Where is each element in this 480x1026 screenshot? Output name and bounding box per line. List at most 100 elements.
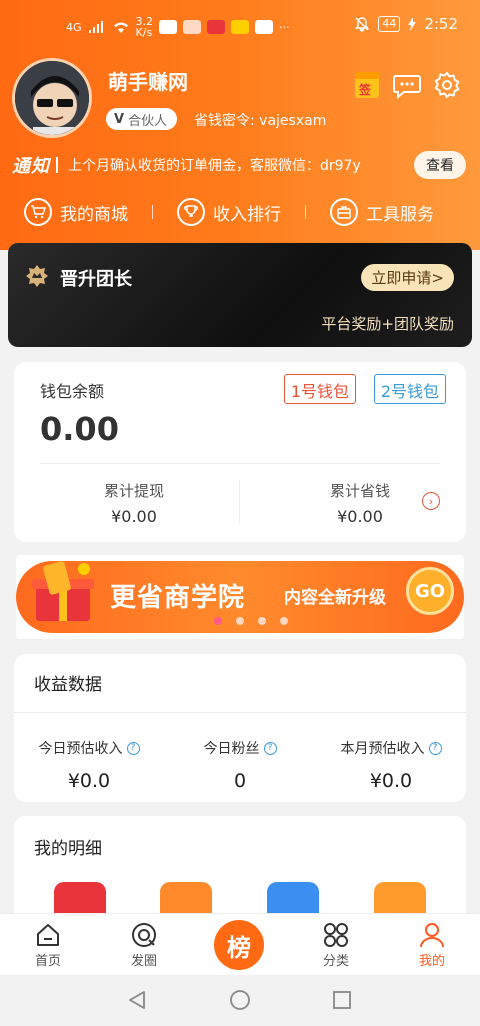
divider bbox=[152, 205, 153, 219]
today-income-value: ¥0.0 bbox=[67, 770, 111, 792]
notice-bar: 通知 上个月确认收货的订单佣金，客服微信：dr97y 查看 bbox=[12, 150, 468, 180]
promotion-card[interactable]: 晋升团长 立即申请> 平台奖励+团队奖励 bbox=[8, 243, 472, 347]
home-icon bbox=[37, 924, 59, 946]
carousel-dots bbox=[214, 617, 288, 625]
shortcut-income-rank[interactable]: 收入排行 bbox=[177, 198, 281, 226]
wallet-balance-label: 钱包余额 bbox=[40, 382, 105, 401]
wallet-1-button[interactable]: 1号钱包 bbox=[283, 374, 356, 404]
tab-home[interactable]: 首页 bbox=[8, 920, 88, 969]
moments-icon bbox=[132, 923, 156, 947]
charging-icon bbox=[408, 17, 417, 31]
sign-in-button[interactable]: 签 bbox=[352, 70, 382, 100]
recents-icon[interactable] bbox=[331, 989, 353, 1011]
notice-tag: 通知 bbox=[12, 156, 50, 177]
divider bbox=[40, 463, 440, 464]
status-right: 44 2:52 bbox=[354, 15, 458, 33]
battery-indicator: 44 bbox=[378, 16, 401, 32]
savings-code[interactable]: 省钱密令: vajesxam bbox=[194, 110, 326, 130]
clock: 2:52 bbox=[424, 15, 458, 33]
home-circle-icon[interactable] bbox=[229, 989, 251, 1011]
promotion-title: 晋升团长 bbox=[60, 269, 132, 290]
wallet-balance: 0.00 bbox=[40, 410, 119, 448]
gift-box-icon bbox=[32, 561, 94, 621]
avatar[interactable] bbox=[12, 58, 92, 138]
tab-label: 发圈 bbox=[130, 954, 157, 969]
carousel-dot[interactable] bbox=[258, 617, 266, 625]
earnings-card: 收益数据 今日预估收入? ¥0.0 今日粉丝? 0 本月预估收入? ¥0.0 bbox=[14, 654, 466, 802]
status-left: 4G 3.2 K/s ··· bbox=[66, 16, 290, 38]
bottom-tab-bar: 首页 发圈 榜 分类 我的 bbox=[0, 913, 480, 975]
tab-moments[interactable]: 发圈 bbox=[104, 920, 184, 969]
partner-mark-icon: V bbox=[114, 111, 125, 127]
gear-icon bbox=[434, 72, 460, 98]
banner-tag: 内容全新升级 bbox=[284, 588, 386, 608]
tab-mine[interactable]: 我的 bbox=[392, 920, 472, 969]
trophy-icon bbox=[177, 198, 205, 226]
profile-icon bbox=[420, 923, 444, 948]
shortcut-my-mall[interactable]: 我的商城 bbox=[24, 198, 128, 226]
wallet-2-button[interactable]: 2号钱包 bbox=[373, 374, 446, 404]
partner-badge: V 合伙人 bbox=[106, 108, 178, 130]
shortcut-row: 我的商城 收入排行 工具服务 bbox=[0, 194, 480, 230]
academy-banner[interactable]: 更省商学院 内容全新升级 GO bbox=[16, 555, 464, 639]
shortcut-label: 收入排行 bbox=[213, 204, 281, 225]
app-notification-icon bbox=[159, 20, 178, 34]
partner-label: 合伙人 bbox=[128, 113, 168, 129]
earnings-title: 收益数据 bbox=[34, 675, 102, 695]
total-withdraw-label: 累计提现 bbox=[103, 482, 164, 500]
shortcut-label: 工具服务 bbox=[366, 204, 434, 225]
apply-now-button[interactable]: 立即申请> bbox=[361, 264, 454, 291]
toolbox-icon bbox=[330, 198, 358, 226]
divider bbox=[239, 480, 240, 524]
today-fans: 今日粉丝? 0 bbox=[165, 738, 315, 792]
carousel-dot[interactable] bbox=[214, 617, 222, 625]
username: 萌手赚网 bbox=[108, 70, 188, 94]
mute-bell-icon bbox=[355, 17, 370, 32]
month-estimated-income: 本月预估收入? ¥0.0 bbox=[316, 738, 466, 792]
today-estimated-income: 今日预估收入? ¥0.0 bbox=[14, 738, 164, 792]
crown-badge-icon bbox=[26, 265, 48, 287]
help-icon[interactable]: ? bbox=[126, 741, 140, 755]
message-icon bbox=[393, 75, 421, 100]
today-fans-value: 0 bbox=[233, 770, 247, 792]
banner-title: 更省商学院 bbox=[110, 583, 246, 613]
details-title: 我的明细 bbox=[34, 839, 102, 859]
message-button[interactable] bbox=[392, 70, 422, 100]
carousel-dot[interactable] bbox=[280, 617, 288, 625]
more-notifications-icon: ··· bbox=[279, 20, 290, 34]
back-icon[interactable] bbox=[126, 989, 148, 1011]
sign-in-label: 签 bbox=[359, 83, 372, 97]
status-bar: 4G 3.2 K/s ··· 44 2:52 bbox=[0, 0, 480, 52]
tab-label: 分类 bbox=[322, 954, 349, 969]
month-income-value: ¥0.0 bbox=[369, 770, 413, 792]
cart-icon bbox=[24, 198, 52, 226]
chevron-right-icon[interactable]: › bbox=[422, 492, 440, 510]
settings-button[interactable] bbox=[432, 70, 462, 100]
shortcut-label: 我的商城 bbox=[60, 204, 128, 225]
promotion-subtitle: 平台奖励+团队奖励 bbox=[321, 315, 454, 333]
rank-icon: 榜 bbox=[227, 933, 251, 962]
carousel-dot[interactable] bbox=[236, 617, 244, 625]
signal-label: 4G bbox=[66, 20, 82, 34]
divider bbox=[305, 205, 306, 219]
help-icon[interactable]: ? bbox=[263, 741, 277, 755]
total-withdraw[interactable]: 累计提现 ¥0.00 bbox=[34, 480, 234, 526]
wallet-card: 钱包余额 0.00 1号钱包 2号钱包 累计提现 ¥0.00 累计省钱 ¥0.0… bbox=[14, 362, 466, 542]
divider bbox=[14, 712, 466, 713]
app-notification-icon bbox=[231, 20, 250, 34]
today-income-label: 今日预估收入 bbox=[38, 741, 123, 757]
notice-divider bbox=[56, 157, 58, 173]
total-withdraw-value: ¥0.00 bbox=[111, 507, 157, 526]
notice-view-button[interactable]: 查看 bbox=[414, 151, 466, 179]
month-income-label: 本月预估收入 bbox=[340, 741, 425, 757]
app-notification-icon bbox=[183, 20, 202, 34]
tab-rank[interactable]: 榜 bbox=[214, 920, 264, 970]
shortcut-tool-service[interactable]: 工具服务 bbox=[330, 198, 434, 226]
tab-label: 我的 bbox=[418, 954, 445, 969]
help-icon[interactable]: ? bbox=[428, 741, 442, 755]
today-fans-label: 今日粉丝 bbox=[203, 741, 260, 757]
notice-text: 上个月确认收货的订单佣金，客服微信：dr97y bbox=[68, 158, 361, 174]
banner-go-button[interactable]: GO bbox=[406, 567, 454, 615]
tab-category[interactable]: 分类 bbox=[296, 920, 376, 969]
app-notification-icon bbox=[255, 20, 274, 34]
